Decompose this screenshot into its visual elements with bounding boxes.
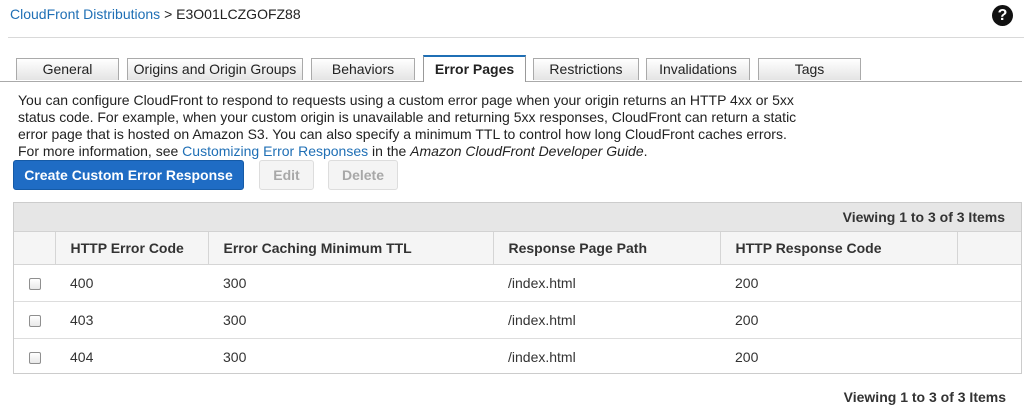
cell-response-code: 200 <box>720 264 957 302</box>
header-divider <box>8 37 1024 38</box>
error-responses-table: Viewing 1 to 3 of 3 Items HTTP Error Cod… <box>13 202 1022 374</box>
row-checkbox[interactable] <box>28 352 41 365</box>
cell-response-code: 200 <box>720 301 957 339</box>
cell-filler <box>957 339 1021 376</box>
column-header-http-error-code[interactable]: HTTP Error Code <box>55 232 209 265</box>
column-header-error-caching-ttl[interactable]: Error Caching Minimum TTL <box>208 232 494 265</box>
create-custom-error-response-button[interactable]: Create Custom Error Response <box>13 160 244 190</box>
tab-invalidations[interactable]: Invalidations <box>646 58 750 80</box>
row-checkbox-cell <box>14 339 55 376</box>
delete-button[interactable]: Delete <box>328 160 398 190</box>
row-checkbox[interactable] <box>28 278 41 291</box>
description-text-mid: in the <box>368 143 411 159</box>
cell-path: /index.html <box>493 264 720 302</box>
breadcrumb-separator: > <box>164 6 173 22</box>
cell-path: /index.html <box>493 301 720 339</box>
select-all-column <box>14 232 56 265</box>
row-checkbox-cell <box>14 301 55 339</box>
cell-path: /index.html <box>508 349 576 365</box>
tab-origins[interactable]: Origins and Origin Groups <box>127 58 303 80</box>
developer-guide-title: Amazon CloudFront Developer Guide <box>410 143 644 159</box>
tab-restrictions[interactable]: Restrictions <box>533 58 639 80</box>
breadcrumb: CloudFront Distributions > E3O01LCZGOFZ8… <box>10 5 301 23</box>
table-header-row: HTTP Error Code Error Caching Minimum TT… <box>14 232 1021 265</box>
question-circle-icon[interactable]: ? <box>992 5 1013 26</box>
cell-error-code: 404 <box>70 349 94 365</box>
cell-ttl: 300 <box>208 264 493 302</box>
table-row[interactable]: 403 300 /index.html 200 <box>14 301 1021 339</box>
table-row[interactable]: 404 300 /index.html 200 <box>14 339 1021 376</box>
cell-filler <box>957 264 1021 302</box>
description-text-end: . <box>643 143 648 159</box>
edit-button[interactable]: Edit <box>259 160 314 190</box>
tab-behaviors[interactable]: Behaviors <box>311 58 415 80</box>
tab-tags[interactable]: Tags <box>758 58 861 80</box>
breadcrumb-current: E3O01LCZGOFZ88 <box>176 6 301 22</box>
row-checkbox[interactable] <box>28 315 41 328</box>
cell-error-code: 403 <box>55 301 208 339</box>
cell-response-code: 200 <box>735 349 759 365</box>
breadcrumb-link-distributions[interactable]: CloudFront Distributions <box>10 6 160 22</box>
column-header-filler <box>957 232 1021 265</box>
tab-general[interactable]: General <box>16 58 119 80</box>
tab-error-pages[interactable]: Error Pages <box>423 55 526 82</box>
tab-bar: General Origins and Origin Groups Behavi… <box>0 55 1022 82</box>
error-responses-grid: HTTP Error Code Error Caching Minimum TT… <box>14 232 1021 375</box>
viewing-count-bottom: Viewing 1 to 3 of 3 Items <box>843 389 1006 405</box>
cell-filler <box>957 301 1021 339</box>
row-checkbox-cell <box>14 264 55 302</box>
cell-ttl: 300 <box>223 349 247 365</box>
table-row[interactable]: 400 300 /index.html 200 <box>14 264 1021 302</box>
cell-ttl: 300 <box>208 301 493 339</box>
column-header-http-response-code[interactable]: HTTP Response Code <box>720 232 958 265</box>
customizing-error-responses-link[interactable]: Customizing Error Responses <box>182 143 368 159</box>
viewing-count-top: Viewing 1 to 3 of 3 Items <box>14 202 1021 232</box>
cell-error-code: 400 <box>55 264 208 302</box>
error-pages-description: You can configure CloudFront to respond … <box>18 92 808 160</box>
column-header-response-page-path[interactable]: Response Page Path <box>493 232 721 265</box>
